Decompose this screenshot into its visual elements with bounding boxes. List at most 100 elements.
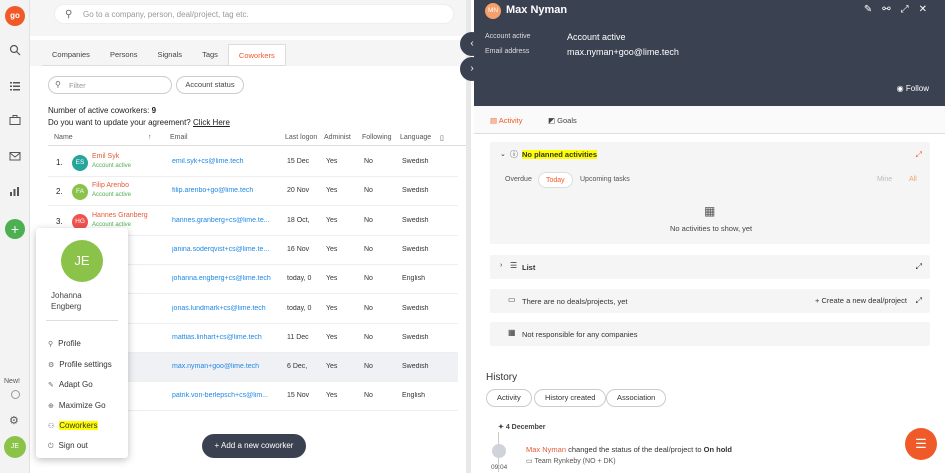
sign-out-icon: ⏻	[48, 443, 54, 450]
coworker-email[interactable]: mattias.linhart+cs@lime.tech	[172, 334, 272, 341]
filter-today[interactable]: Today	[538, 172, 573, 188]
coworker-last-logon: 16 Nov	[287, 245, 310, 253]
coworker-following: No	[364, 333, 373, 341]
export-icon[interactable]: ▯	[440, 134, 444, 142]
chat-icon[interactable]: ☰	[905, 428, 937, 460]
col-admin[interactable]: Administ	[324, 134, 351, 141]
coworker-admin: Yes	[326, 187, 338, 195]
expand-icon[interactable]: ⤢	[916, 150, 922, 160]
tab-coworkers[interactable]: Coworkers	[227, 44, 286, 65]
coworker-language: Swedish	[402, 333, 429, 341]
col-email[interactable]: Email	[170, 134, 188, 141]
filter-upcoming[interactable]: Upcoming tasks	[573, 172, 637, 188]
detail-title: Max Nyman	[506, 4, 568, 16]
expand-icon[interactable]: ⤢	[901, 4, 919, 15]
table-row[interactable]: ES 1. Emil Syk Account active emil.syk+cs@li…	[48, 148, 458, 177]
tab-companies[interactable]: Companies	[42, 44, 100, 65]
click-here-link[interactable]: Click Here	[193, 118, 230, 127]
goals-icon: ◩	[548, 116, 558, 125]
share-icon[interactable]: ⚯	[882, 4, 900, 15]
coworker-following: No	[364, 392, 373, 400]
tab-activity[interactable]: ▤ Activity	[490, 116, 523, 125]
gear-icon[interactable]: ⚙	[9, 414, 19, 427]
table-row[interactable]: FA 2. Filip Arenbo Account active filip.aren…	[48, 177, 458, 207]
coworker-email[interactable]: janina.soderqvist+cs@lime.te...	[172, 246, 272, 253]
user-avatar[interactable]: JE	[4, 436, 26, 458]
filter-all[interactable]: All	[902, 172, 924, 188]
create-deal-button[interactable]: + Create a new deal/project	[815, 296, 907, 305]
search-input[interactable]: Go to a company, person, deal/project, t…	[83, 10, 249, 19]
search-icon[interactable]	[8, 44, 22, 58]
coworker-email[interactable]: hannes.granberg+cs@lime.te...	[172, 217, 272, 224]
coworker-following: No	[364, 158, 373, 165]
coworker-detail: MN Max Nyman ✎⚯⤢✕ Account active Account…	[474, 0, 945, 473]
coworker-name[interactable]: Hannes Granberg	[92, 212, 148, 219]
inbox-icon[interactable]	[8, 150, 22, 164]
menu-profile[interactable]: ⚲ Profile	[48, 339, 81, 348]
chevron-down-icon[interactable]: ⌄	[500, 150, 506, 158]
thumb-icon	[492, 444, 506, 458]
chevron-right-icon[interactable]: ›	[500, 262, 502, 269]
list-icon[interactable]	[8, 80, 22, 94]
detail-avatar: MN	[485, 3, 501, 19]
briefcase-icon[interactable]	[8, 114, 22, 128]
history-sub[interactable]: ▭ Team Rynkeby (NO + DK)	[526, 457, 616, 465]
history-filter-created[interactable]: History created	[534, 389, 607, 407]
coworker-following: No	[364, 363, 373, 371]
filter-overdue[interactable]: Overdue	[498, 172, 539, 188]
coworker-email[interactable]: emil.syk+cs@lime.tech	[172, 158, 272, 165]
sort-arrow-icon[interactable]: ↑	[148, 134, 152, 141]
coworker-following: No	[364, 275, 373, 283]
expand-icon[interactable]: ⤢	[916, 262, 922, 272]
filter-mine[interactable]: Mine	[870, 172, 899, 188]
col-following[interactable]: Following	[362, 134, 392, 141]
history-user-link[interactable]: Max Nyman	[526, 445, 566, 454]
coworker-email[interactable]: patrik.von-berlepsch+cs@lim...	[172, 392, 272, 399]
tab-goals[interactable]: ◩ Goals	[548, 116, 577, 125]
adapt-icon: ✎	[48, 382, 54, 389]
coworker-language: Swedish	[402, 304, 429, 312]
detail-tabs: ▤ Activity ◩ Goals	[474, 106, 945, 134]
menu-coworkers[interactable]: ⚇ Coworkers	[48, 421, 98, 430]
col-name[interactable]: Name	[54, 134, 73, 141]
coworker-email[interactable]: filip.arenbo+go@lime.tech	[172, 187, 272, 194]
coworker-last-logon: 11 Dec	[287, 333, 309, 341]
coworker-last-logon: 18 Oct,	[287, 216, 310, 224]
coworker-email[interactable]: max.nyman+goo@lime.tech	[172, 363, 272, 370]
menu-sign-out[interactable]: ⏻ Sign out	[48, 441, 88, 451]
global-search[interactable]: ⚲ Go to a company, person, deal/project,…	[54, 4, 454, 24]
header-actions: ✎⚯⤢✕	[864, 4, 937, 15]
col-last-logon[interactable]: Last logon	[285, 134, 317, 141]
edit-icon[interactable]: ✎	[864, 4, 882, 15]
row-number: 3.	[56, 216, 63, 226]
list-card[interactable]: › ☰ List ⤢	[490, 255, 930, 279]
info-icon: ⓘ	[510, 150, 518, 159]
filter-input[interactable]: ⚲ Filter	[48, 76, 172, 94]
add-coworker-button[interactable]: + Add a new coworker	[202, 434, 306, 458]
menu-maximize-go[interactable]: ⊕ Maximize Go	[48, 401, 106, 410]
tab-signals[interactable]: Signals	[147, 44, 192, 65]
col-language[interactable]: Language	[400, 134, 431, 141]
history-filter-activity[interactable]: Activity	[486, 389, 532, 407]
coworker-name[interactable]: Filip Arenbo	[92, 182, 129, 189]
coworker-following: No	[364, 245, 373, 253]
coworker-email[interactable]: johanna.engberg+cs@lime.tech	[172, 275, 272, 282]
coworker-last-logon: today, 0	[287, 275, 312, 283]
close-icon[interactable]: ✕	[919, 4, 937, 15]
chart-icon[interactable]	[8, 185, 22, 199]
tab-tags[interactable]: Tags	[192, 44, 228, 65]
plus-icon[interactable]: +	[5, 219, 25, 239]
new-features-icon[interactable]	[11, 390, 20, 399]
menu-profile-settings[interactable]: ⚙ Profile settings	[48, 360, 112, 369]
history-filter-association[interactable]: Association	[606, 389, 667, 407]
expand-icon[interactable]: ⤢	[916, 296, 922, 306]
menu-adapt-go[interactable]: ✎ Adapt Go	[48, 380, 93, 389]
account-status-button[interactable]: Account status	[176, 76, 244, 94]
coworker-email[interactable]: jonas.lundmark+cs@lime.tech	[172, 305, 272, 312]
email-value[interactable]: max.nyman+goo@lime.tech	[567, 47, 679, 57]
coworker-name[interactable]: Emil Syk	[92, 153, 119, 160]
tab-persons[interactable]: Persons	[100, 44, 148, 65]
go-logo[interactable]: go	[5, 6, 25, 26]
coworker-last-logon: 15 Nov	[287, 392, 310, 400]
follow-button[interactable]: ◉ Follow	[897, 84, 929, 93]
